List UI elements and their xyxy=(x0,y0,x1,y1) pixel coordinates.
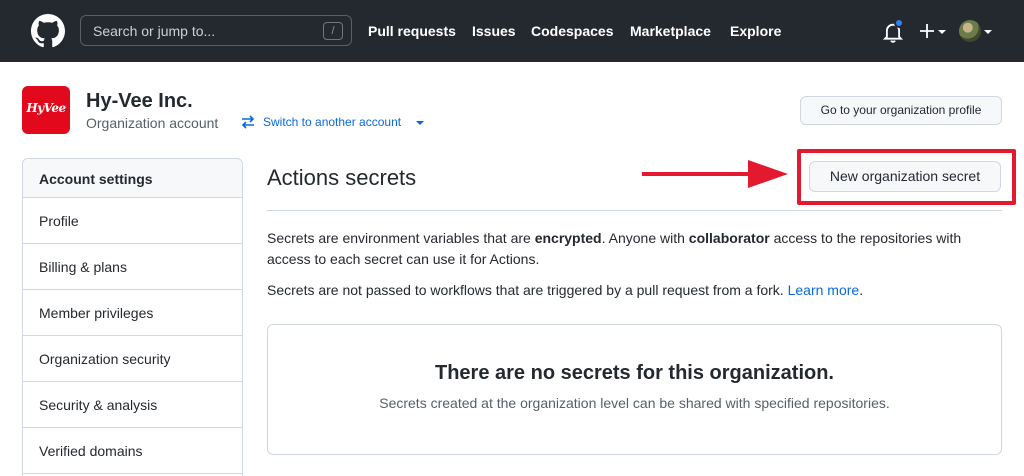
top-navigation-bar: Search or jump to... / Pull requests Iss… xyxy=(0,0,1024,62)
avatar[interactable] xyxy=(959,20,981,42)
nav-marketplace[interactable]: Marketplace xyxy=(630,23,711,39)
page-title: Actions secrets xyxy=(267,165,417,190)
empty-state-box: There are no secrets for this organizati… xyxy=(267,324,1002,455)
org-name: Hy-Vee Inc. xyxy=(86,90,193,112)
nav-issues[interactable]: Issues xyxy=(472,23,516,39)
description-text: Secrets are environment variables that a… xyxy=(267,230,535,246)
switch-account-link[interactable]: Switch to another account xyxy=(263,115,401,129)
caret-down-icon[interactable] xyxy=(984,30,992,34)
sidebar-item-member-privileges[interactable]: Member privileges xyxy=(23,290,242,336)
plus-icon[interactable] xyxy=(918,20,946,42)
sidebar-item-billing[interactable]: Billing & plans xyxy=(23,244,242,290)
caret-down-icon[interactable] xyxy=(416,121,424,125)
arrow-annotation-icon xyxy=(642,160,788,188)
nav-explore[interactable]: Explore xyxy=(730,23,781,39)
search-shortcut-hint: / xyxy=(323,22,343,40)
learn-more-link[interactable]: Learn more xyxy=(788,282,860,298)
empty-state-title: There are no secrets for this organizati… xyxy=(435,362,834,384)
title-divider xyxy=(267,210,1002,211)
fork-note-text: Secrets are not passed to workflows that… xyxy=(267,282,788,298)
description-text: . Anyone with xyxy=(601,230,689,246)
sidebar-item-security-analysis[interactable]: Security & analysis xyxy=(23,382,242,428)
fork-note-end: . xyxy=(859,282,864,298)
search-input[interactable]: Search or jump to... / xyxy=(80,15,352,46)
search-placeholder: Search or jump to... xyxy=(93,23,216,39)
new-organization-secret-button[interactable]: New organization secret xyxy=(809,161,1001,192)
sidebar-item-organization-security[interactable]: Organization security xyxy=(23,336,242,382)
switch-arrows-icon[interactable] xyxy=(240,114,256,130)
sidebar-item-verified-domains[interactable]: Verified domains xyxy=(23,428,242,474)
fork-note-paragraph: Secrets are not passed to workflows that… xyxy=(267,280,1007,301)
nav-codespaces[interactable]: Codespaces xyxy=(531,23,613,39)
org-logo-text: HyVee xyxy=(26,101,66,115)
sidebar-item-profile[interactable]: Profile xyxy=(23,198,242,244)
github-logo-icon[interactable] xyxy=(31,14,65,48)
settings-sidebar: Account settings Profile Billing & plans… xyxy=(22,158,243,476)
description-paragraph: Secrets are environment variables that a… xyxy=(267,228,1007,270)
org-logo: HyVee xyxy=(22,86,70,134)
nav-pull-requests[interactable]: Pull requests xyxy=(368,23,456,39)
empty-state-subtitle: Secrets created at the organization leve… xyxy=(379,395,890,411)
notification-indicator xyxy=(894,18,904,28)
org-subtitle: Organization account xyxy=(86,115,219,131)
sidebar-title: Account settings xyxy=(23,159,242,198)
emphasis-encrypted: encrypted xyxy=(534,230,602,246)
emphasis-collaborator: collaborator xyxy=(688,230,770,246)
go-to-org-profile-button[interactable]: Go to your organization profile xyxy=(800,96,1002,125)
